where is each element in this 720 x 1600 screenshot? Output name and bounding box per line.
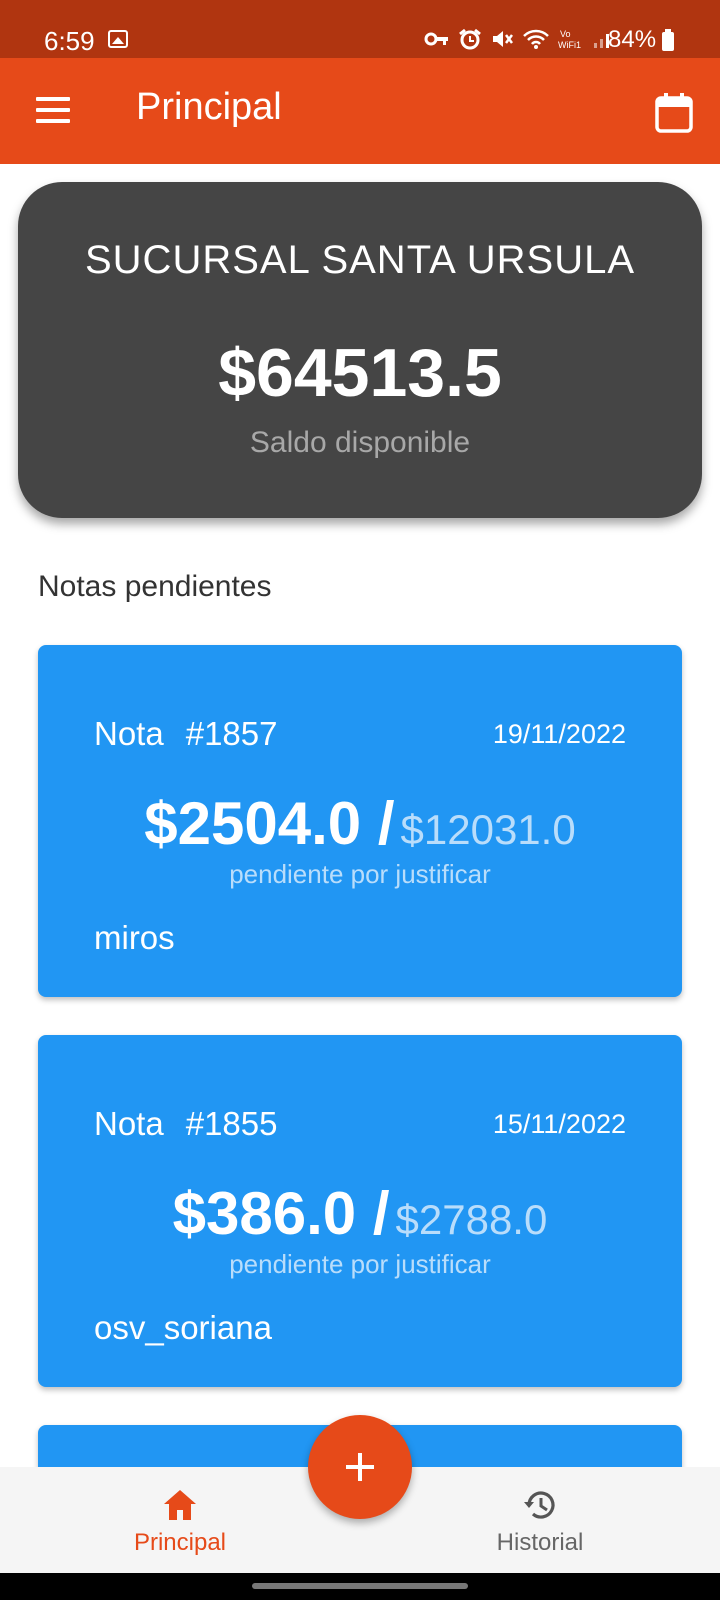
note-total-amount: $2788.0 <box>395 1196 548 1243</box>
nav-label: Principal <box>133 1529 227 1556</box>
status-bar: 6:59 Vo WiFi1 84% <box>0 0 720 58</box>
calendar-icon[interactable] <box>654 92 694 134</box>
note-label: Nota #1857 <box>94 715 277 753</box>
key-icon <box>424 32 448 46</box>
balance-amount: $64513.5 <box>218 335 502 411</box>
note-amounts: $386.0 /$2788.0 <box>38 1179 682 1248</box>
balance-card: SUCURSAL SANTA URSULA $64513.5 Saldo dis… <box>18 182 702 518</box>
home-icon <box>164 1490 196 1520</box>
system-nav-bar <box>0 1573 720 1600</box>
battery-percent: 84% <box>608 26 657 53</box>
nav-item-principal[interactable]: Principal <box>90 1467 270 1573</box>
note-pending-amount: $386.0 / <box>172 1180 390 1247</box>
nav-item-historial[interactable]: Historial <box>450 1467 630 1573</box>
alarm-icon <box>459 28 481 50</box>
note-label-text: Nota <box>94 1105 164 1142</box>
status-time: 6:59 <box>44 26 95 56</box>
note-user: osv_soriana <box>94 1309 272 1346</box>
svg-text:Vo: Vo <box>560 29 571 39</box>
vowifi-icon: VoWiFi1 <box>558 29 581 50</box>
note-number: #1855 <box>185 1105 278 1142</box>
add-note-button[interactable] <box>308 1415 412 1519</box>
home-gesture-bar[interactable] <box>252 1583 468 1589</box>
note-number: #1857 <box>185 715 278 752</box>
note-user: miros <box>94 919 175 956</box>
balance-label: Saldo disponible <box>249 426 471 459</box>
note-date: 15/11/2022 <box>492 1109 626 1139</box>
note-date: 19/11/2022 <box>492 719 626 749</box>
image-icon <box>108 30 128 48</box>
svg-text:WiFi1: WiFi1 <box>558 40 581 50</box>
page-title: Principal <box>136 86 282 128</box>
status-icons: Vo WiFi1 <box>424 28 614 50</box>
note-subtitle: pendiente por justificar <box>229 859 491 889</box>
branch-name: SUCURSAL SANTA URSULA <box>84 238 636 282</box>
note-total-amount: $12031.0 <box>400 806 576 853</box>
battery-icon <box>662 29 674 51</box>
note-card[interactable]: Nota #1857 19/11/2022 $2504.0 /$12031.0 p… <box>38 645 682 997</box>
nav-label: Historial <box>496 1529 584 1556</box>
note-subtitle: pendiente por justificar <box>229 1249 491 1279</box>
app-bar: Principal <box>0 58 720 164</box>
plus-icon <box>346 1453 374 1481</box>
menu-icon[interactable] <box>36 97 70 123</box>
mute-icon <box>493 31 513 47</box>
wifi-icon <box>523 29 549 49</box>
history-icon <box>524 1491 555 1519</box>
section-title: Notas pendientes <box>38 570 272 603</box>
note-card[interactable]: Nota #1855 15/11/2022 $386.0 /$2788.0 pen… <box>38 1035 682 1387</box>
note-amounts: $2504.0 /$12031.0 <box>38 789 682 858</box>
note-pending-amount: $2504.0 / <box>144 790 395 857</box>
note-label-text: Nota <box>94 715 164 752</box>
note-label: Nota #1855 <box>94 1105 277 1143</box>
